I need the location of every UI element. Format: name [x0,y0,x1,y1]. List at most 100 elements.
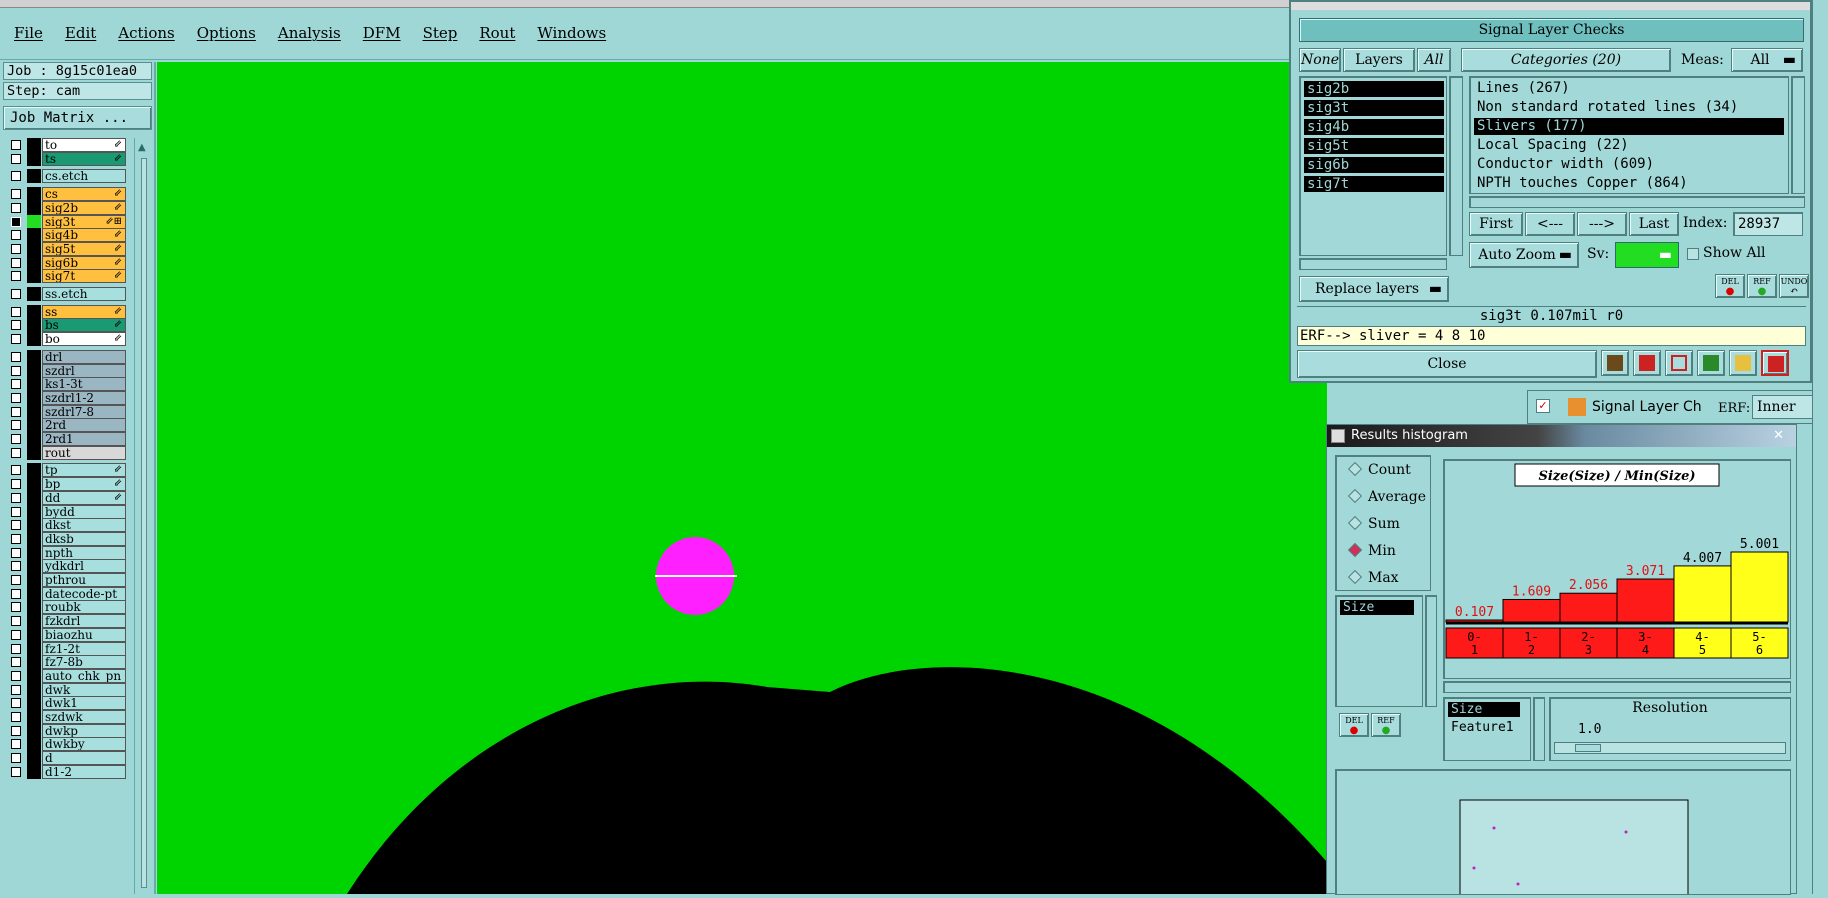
layer-display-swatch[interactable] [27,504,41,519]
layer-name[interactable]: drl [42,349,126,364]
scroll-up-icon[interactable]: ▲ [138,142,146,153]
layer-display-swatch[interactable] [27,737,41,752]
layer-display-swatch[interactable] [27,477,41,492]
layer-display-swatch[interactable] [27,627,41,642]
layer-checkbox[interactable] [11,202,21,213]
histogram-bar[interactable] [1730,551,1789,623]
histogram-bar[interactable] [1673,565,1732,623]
layer-name[interactable]: szdrl7-8 [42,404,126,419]
layer-row[interactable]: fz1-2t [3,641,127,656]
layer-checkbox[interactable] [11,216,21,227]
layer-name[interactable]: fz1-2t [42,641,126,656]
layer-checkbox[interactable] [11,547,21,558]
layers-none-button[interactable]: None [1299,48,1341,72]
layer-row[interactable]: cs.etch [3,169,127,184]
categories-button[interactable]: Categories (20) [1461,48,1671,72]
size-list-item[interactable]: Feature1 [1448,720,1530,735]
layer-row[interactable]: 2rd [3,418,127,433]
layer-name[interactable]: dwk [42,682,126,697]
category-item[interactable]: NPTH touches Copper (864) [1474,175,1784,192]
layer-name[interactable]: tp ⇙ [42,463,126,478]
layer-checkbox[interactable] [11,189,21,200]
layer-display-swatch[interactable] [27,228,41,243]
layer-name[interactable]: dwkp [42,723,126,738]
layer-checkbox[interactable] [11,140,21,150]
layer-display-swatch[interactable] [27,377,41,392]
menu-analysis[interactable]: Analysis [278,24,341,42]
layer-name[interactable]: datecode-pt [42,586,126,601]
layer-name[interactable]: sig4b ⇙ [42,228,126,243]
layer-name[interactable]: bp ⇙ [42,477,126,492]
meas-select[interactable]: All ▬ [1731,48,1803,72]
layer-row[interactable]: pthrou [3,573,127,587]
layer-checkbox[interactable] [11,230,21,241]
layer-row[interactable]: d1-2 [3,764,127,779]
layer-checkbox[interactable] [11,379,21,390]
graphic-canvas[interactable] [157,62,1327,894]
category-item[interactable]: Slivers (177) [1474,118,1784,135]
layer-checkbox[interactable] [11,153,21,164]
layer-checkbox[interactable] [11,533,21,544]
histogram-icon-button[interactable] [1761,350,1789,376]
layer-name[interactable]: roubk [42,600,126,615]
layer-display-swatch[interactable] [27,710,41,724]
layer-name[interactable]: cs.etch [42,169,126,184]
layer-display-swatch[interactable] [27,187,41,202]
histogram-bar[interactable] [1559,592,1618,623]
layer-display-swatch[interactable] [27,404,41,419]
layer-name[interactable]: szdwk [42,710,126,724]
layer-checkbox[interactable] [11,171,21,182]
layer-row[interactable]: ts ⇙ [3,151,127,166]
menu-actions[interactable]: Actions [118,24,174,42]
menu-file[interactable]: File [14,24,43,42]
layers-tab-button[interactable]: Layers [1343,48,1415,72]
layer-row[interactable]: d [3,751,127,766]
layer-row[interactable]: to ⇙ [3,138,127,152]
layer-name[interactable]: rout [42,445,126,460]
layer-display-swatch[interactable] [27,545,41,560]
layer-row[interactable]: ss ⇙ [3,304,127,319]
layer-name[interactable]: dkst [42,518,126,533]
menu-options[interactable]: Options [197,24,256,42]
menu-windows[interactable]: Windows [537,24,606,42]
layer-row[interactable]: dksb [3,531,127,546]
layer-checkbox[interactable] [11,392,21,403]
radio-diamond-icon[interactable] [1347,461,1363,477]
layer-display-swatch[interactable] [27,518,41,533]
scroll-track[interactable] [141,158,147,888]
layer-row[interactable]: szdwk [3,710,127,724]
layer-display-swatch[interactable] [27,668,41,683]
category-item[interactable]: Lines (267) [1474,80,1784,97]
layer-checkbox[interactable] [11,492,21,503]
layer-checkbox[interactable] [11,753,21,764]
layer-display-swatch[interactable] [27,445,41,460]
menu-dfm[interactable]: DFM [363,24,401,42]
layer-checkbox[interactable] [11,520,21,531]
layer-row[interactable]: dwkp [3,723,127,738]
layer-name[interactable]: ss.etch [42,287,126,301]
layer-checkbox[interactable] [11,365,21,376]
layer-checkbox[interactable] [11,306,21,317]
layer-row[interactable]: dwk1 [3,696,127,711]
layer-display-swatch[interactable] [27,655,41,670]
radio-diamond-icon[interactable] [1347,542,1363,558]
layer-row[interactable]: tp ⇙ [3,463,127,478]
layer-row[interactable]: cs ⇙ [3,187,127,202]
layer-checkbox[interactable] [11,465,21,476]
layer-name[interactable]: dd ⇙ [42,490,126,505]
layer-name[interactable]: sig3t ⇙⊞ [42,214,126,229]
layer-name[interactable]: ydkdrl [42,559,126,574]
layer-display-swatch[interactable] [27,682,41,697]
layer-name[interactable]: cs ⇙ [42,187,126,202]
layer-name[interactable]: ss ⇙ [42,304,126,319]
layer-list-scrollbar[interactable]: ▲ [134,138,152,894]
layer-row[interactable]: fzkdrl [3,614,127,629]
layer-row[interactable]: szdrl7-8 [3,404,127,419]
layer-display-swatch[interactable] [27,255,41,270]
layer-list-scroll[interactable] [1449,76,1463,256]
layer-checkbox[interactable] [11,434,21,444]
layer-row[interactable]: biaozhu [3,627,127,642]
layer-name[interactable]: d [42,751,126,766]
layer-row[interactable]: szdrl [3,363,127,378]
ref-button[interactable]: REF ● [1747,274,1777,298]
